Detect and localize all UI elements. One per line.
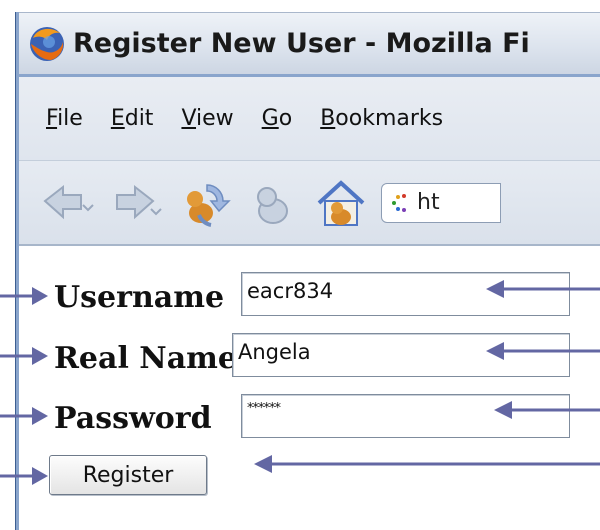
- browser-window: Register New User - Mozilla Fi File Edit…: [0, 0, 600, 530]
- menu-bar: File Edit View Go Bookmarks: [19, 74, 600, 160]
- back-icon[interactable]: [41, 175, 97, 231]
- page-favicon-icon: [392, 193, 406, 212]
- password-input[interactable]: ******: [241, 394, 570, 438]
- home-icon[interactable]: [313, 175, 369, 231]
- username-label: Username: [54, 280, 225, 315]
- navigation-toolbar: ht: [19, 160, 600, 246]
- realname-label: Real Name: [54, 341, 237, 376]
- menu-bookmarks[interactable]: Bookmarks: [320, 106, 443, 131]
- url-text: ht: [417, 190, 440, 215]
- password-label: Password: [54, 401, 212, 436]
- menu-go[interactable]: Go: [262, 106, 293, 131]
- stop-icon[interactable]: [245, 175, 301, 231]
- title-bar: Register New User - Mozilla Fi: [19, 12, 600, 74]
- register-button[interactable]: Register: [49, 455, 207, 495]
- page-content: Username eacr834 Real Name Angela Passwo…: [19, 246, 600, 530]
- menu-file[interactable]: File: [46, 106, 83, 131]
- window-title: Register New User - Mozilla Fi: [73, 28, 530, 59]
- firefox-globe-icon: [30, 26, 64, 61]
- realname-input[interactable]: Angela: [232, 333, 570, 377]
- url-bar[interactable]: ht: [381, 182, 501, 223]
- forward-icon[interactable]: [109, 175, 165, 231]
- username-input[interactable]: eacr834: [241, 272, 570, 316]
- menu-view[interactable]: View: [181, 106, 233, 131]
- reload-icon[interactable]: [177, 175, 233, 231]
- menu-edit[interactable]: Edit: [111, 106, 154, 131]
